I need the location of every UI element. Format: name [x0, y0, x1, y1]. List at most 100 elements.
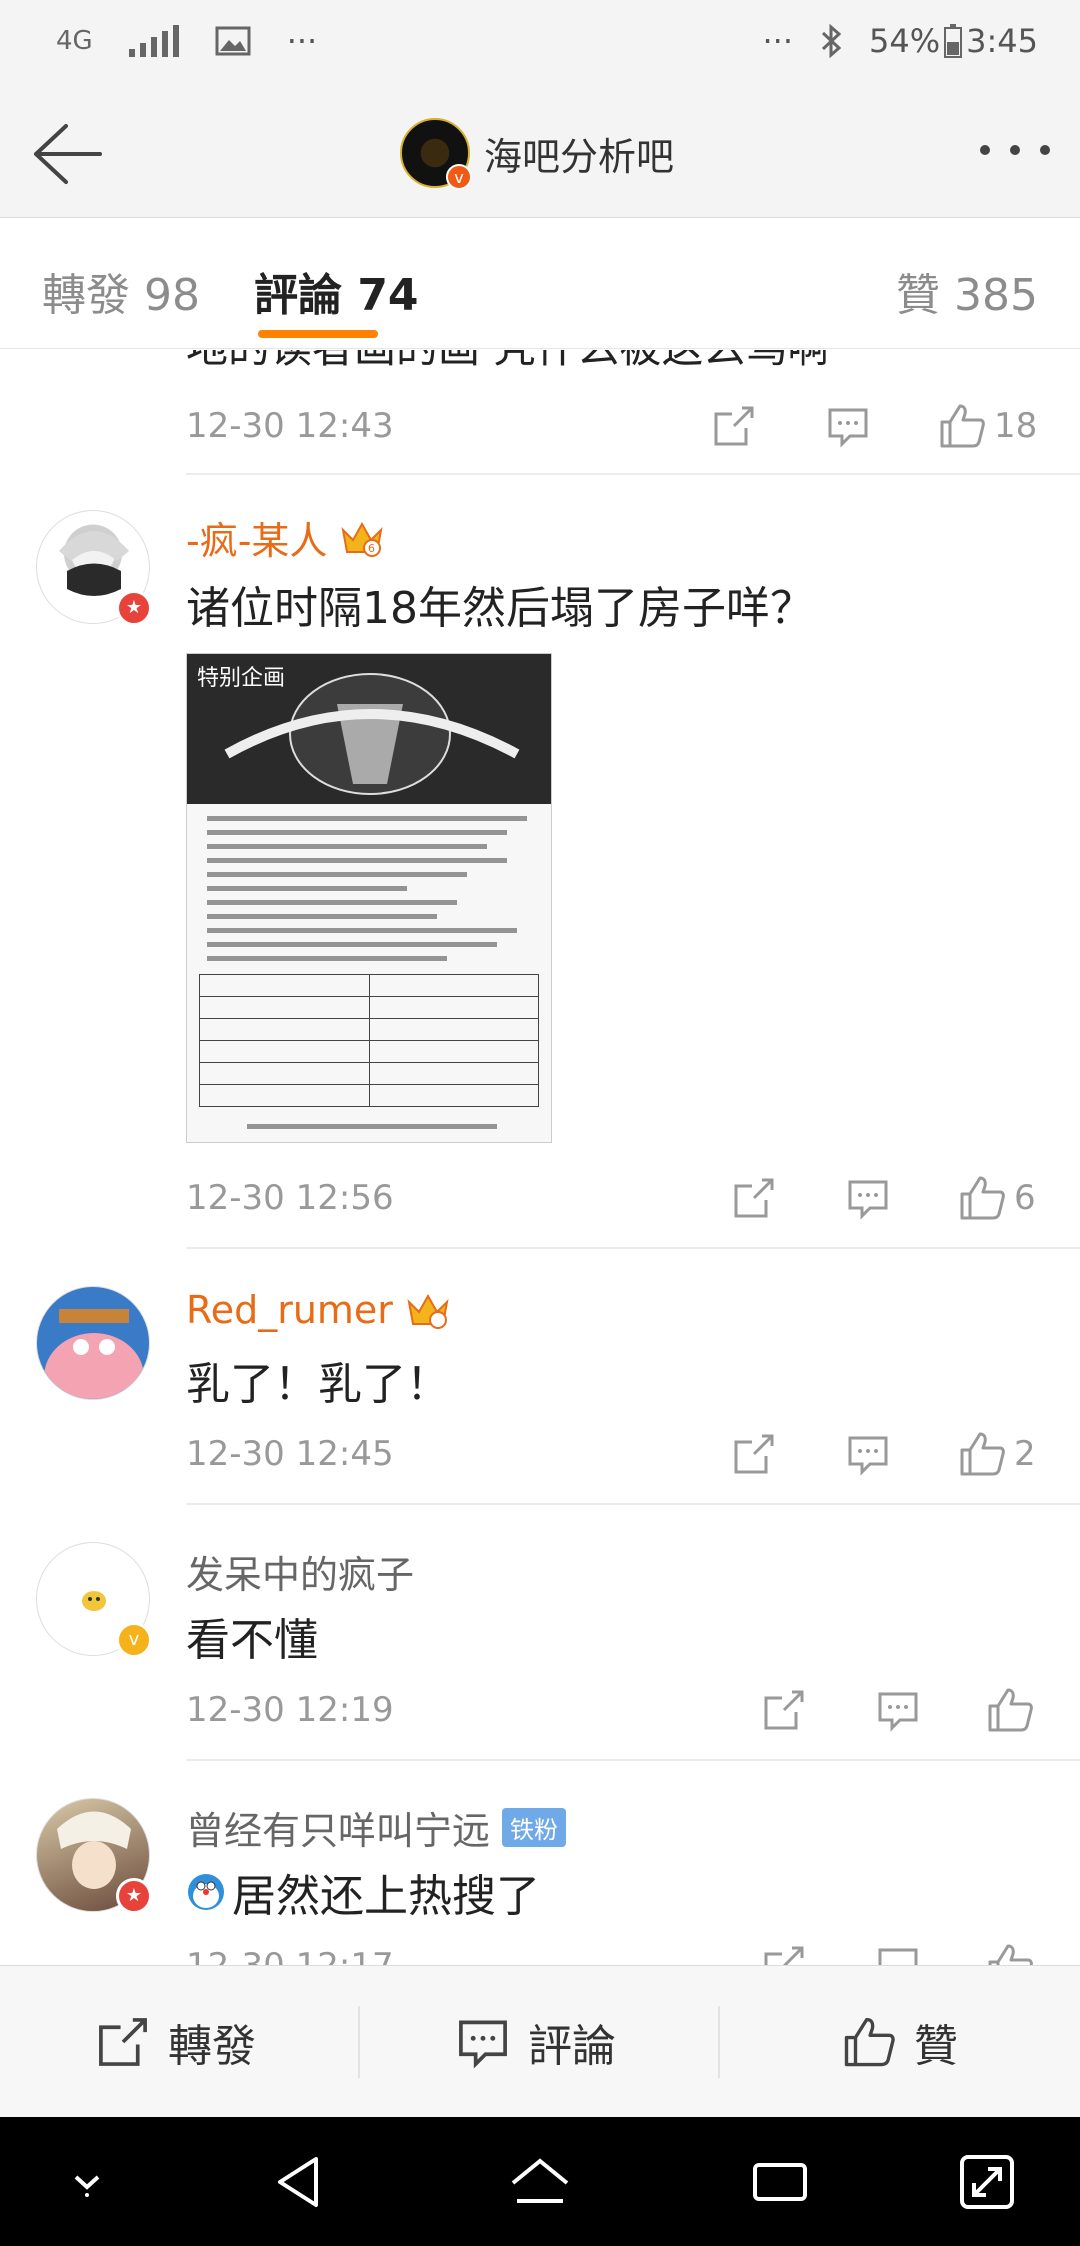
account-header[interactable]: v 海吧分析吧	[400, 118, 675, 190]
share-icon	[764, 1946, 804, 1965]
network-indicator: 4G	[56, 26, 93, 56]
repost-comment-button[interactable]	[712, 400, 756, 452]
comment-content: 居然还上热搜了	[186, 1860, 540, 1924]
reply-comment-button[interactable]	[846, 1172, 890, 1224]
signal-icon	[128, 25, 179, 57]
like-count: 6	[1014, 1178, 1036, 1218]
status-overflow-right: ···	[762, 22, 794, 60]
repost-button[interactable]: 轉發	[96, 2010, 256, 2074]
image-table	[199, 974, 539, 1107]
like-comment-button[interactable]: 18	[938, 400, 1037, 452]
avatar[interactable]: v	[36, 1542, 152, 1658]
comment-time: 12-30 12:17	[186, 1946, 394, 1965]
comment-text: 看不懂	[186, 1615, 318, 1666]
comment-meta: 12-30 12:19	[186, 1680, 1080, 1740]
comment-meta: 12-30 12:43 18	[186, 396, 1080, 456]
divider	[186, 1503, 1080, 1505]
more-options-icon[interactable]	[980, 130, 1050, 170]
divider	[186, 1247, 1080, 1249]
home-icon[interactable]	[505, 2147, 575, 2217]
comment-text: 诸位时隔18年然后塌了房子咩？	[186, 583, 814, 634]
like-count: 2	[1014, 1434, 1036, 1474]
avatar[interactable]	[36, 1286, 150, 1400]
page-title: 海吧分析吧	[484, 134, 675, 179]
system-nav-bar	[0, 2117, 1080, 2246]
share-icon	[99, 2018, 147, 2066]
divider	[186, 473, 1080, 475]
repost-comment-button[interactable]	[762, 1940, 806, 1965]
reply-icon	[828, 408, 868, 448]
comment-time: 12-30 12:56	[186, 1178, 394, 1218]
tab-reposts[interactable]: 轉發 98	[42, 259, 200, 323]
image-icon	[215, 26, 251, 56]
avatar[interactable]: ★	[36, 510, 152, 626]
thumbs-up-icon	[988, 1944, 1033, 1965]
chevron-down-icon[interactable]	[52, 2147, 122, 2217]
like-comment-button[interactable]	[986, 1684, 1042, 1736]
avatar[interactable]: ★	[36, 1798, 152, 1914]
comment-username[interactable]: -疯-某人 6	[186, 510, 385, 565]
reply-icon	[848, 1180, 888, 1220]
thumbs-up-icon	[960, 1432, 1005, 1476]
repost-comment-button[interactable]	[762, 1684, 806, 1736]
comment-text: 乳了！乳了！	[186, 1359, 450, 1410]
active-tab-indicator	[258, 330, 378, 338]
comment-time: 12-30 12:19	[186, 1690, 394, 1730]
comment-meta: 12-30 12:17	[186, 1936, 1080, 1965]
repost-comment-button[interactable]	[732, 1428, 776, 1480]
image-header: 特别企画	[187, 654, 551, 804]
reply-icon	[878, 1948, 918, 1965]
clock: 3:45	[966, 22, 1038, 60]
crown-icon: 6	[341, 521, 383, 557]
thumbs-up-icon	[988, 1688, 1033, 1732]
comment-meta: 12-30 12:45 2	[186, 1424, 1080, 1484]
vip-badge-icon: ★	[116, 590, 152, 626]
like-comment-button[interactable]: 6	[958, 1172, 1036, 1224]
tab-likes[interactable]: 贊 385	[896, 259, 1038, 323]
thumbs-up-icon	[960, 1176, 1005, 1220]
repost-comment-button[interactable]	[732, 1172, 776, 1224]
divider	[186, 1759, 1080, 1761]
comment-time: 12-30 12:43	[186, 406, 394, 446]
like-comment-button[interactable]	[986, 1940, 1034, 1965]
thumbs-up-icon	[844, 2017, 895, 2067]
share-icon	[764, 1690, 804, 1730]
reply-icon	[878, 1692, 918, 1732]
comment-time: 12-30 12:45	[186, 1434, 394, 1474]
reply-comment-button[interactable]	[826, 400, 870, 452]
verified-v-icon: v	[446, 164, 472, 190]
comment-text: 地的读者画的画 凭什么被这么骂啊	[186, 350, 829, 375]
thumbs-up-icon	[940, 404, 985, 448]
tab-bar: 轉發 98 評論 74 贊 385	[0, 219, 1080, 349]
doraemon-emoji-icon	[188, 1874, 224, 1910]
reply-icon	[848, 1436, 888, 1476]
like-count: 18	[994, 406, 1038, 446]
bluetooth-icon	[821, 24, 842, 58]
comment-list[interactable]: 地的读者画的画 凭什么被这么骂啊 12-30 12:43 18 ★ -疯-某人 …	[0, 350, 1080, 1965]
comment-username[interactable]: 曾经有只咩叫宁远 铁粉	[186, 1800, 567, 1855]
status-overflow-left: ···	[286, 22, 318, 60]
comment-image[interactable]: 特别企画	[186, 653, 552, 1143]
crown-icon	[407, 1293, 449, 1329]
share-icon	[734, 1434, 774, 1474]
comment-text: 居然还上热搜了	[232, 1871, 540, 1922]
verified-v-icon: v	[116, 1622, 152, 1658]
tab-comments[interactable]: 評論 74	[254, 259, 419, 323]
reply-comment-button[interactable]	[876, 1684, 920, 1736]
divider	[718, 2006, 720, 2078]
vip-badge-icon: ★	[116, 1878, 152, 1914]
back-arrow-icon[interactable]	[26, 116, 106, 192]
comment-button[interactable]: 評論	[456, 2010, 616, 2074]
divider	[358, 2006, 360, 2078]
back-triangle-icon[interactable]	[266, 2147, 336, 2217]
comment-username[interactable]: Red_rumer	[186, 1288, 451, 1332]
recent-apps-icon[interactable]	[745, 2147, 815, 2217]
reply-comment-button[interactable]	[846, 1428, 890, 1480]
comment-username[interactable]: 发呆中的疯子	[186, 1544, 414, 1599]
status-bar: 4G ··· ··· 54% 3:45	[0, 0, 1080, 90]
like-comment-button[interactable]: 2	[958, 1428, 1036, 1480]
expand-icon[interactable]	[952, 2147, 1022, 2217]
reply-comment-button[interactable]	[876, 1940, 920, 1965]
account-avatar[interactable]: v	[400, 118, 472, 190]
like-button[interactable]: 贊	[842, 2010, 958, 2074]
